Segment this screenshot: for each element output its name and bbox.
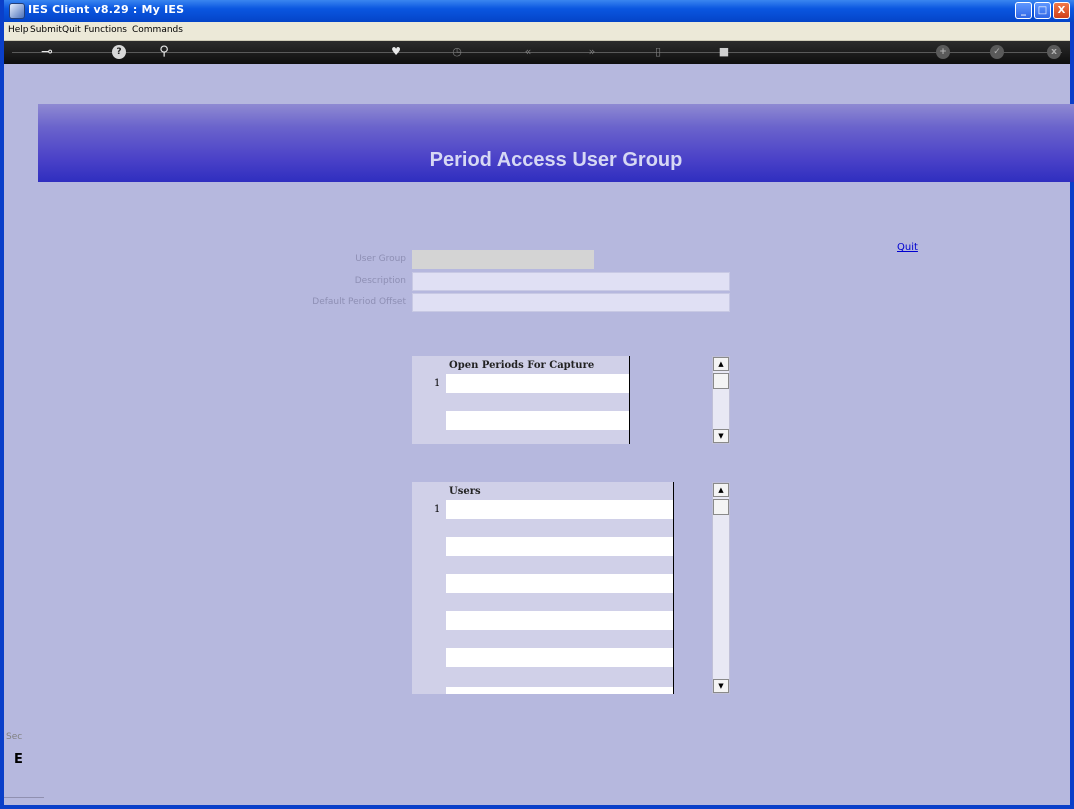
- menu-bar: Help Submit Quit Functions Commands: [4, 22, 1070, 41]
- title-bar[interactable]: IES Client v8.29 : My IES _ □ X: [4, 0, 1074, 22]
- scroll-down-icon[interactable]: ▼: [713, 679, 729, 693]
- toolbar: ⊸ ? ⚲ ♥ ◷ « » ▯ ■ + ✓ x: [4, 41, 1070, 64]
- content-area: Period Access User Group Quit User Group…: [4, 64, 1074, 805]
- minimize-button[interactable]: _: [1015, 2, 1032, 19]
- periods-grid: Open Periods For Capture 1: [412, 356, 632, 444]
- users-grid-border: [673, 482, 674, 694]
- heart-icon[interactable]: ♥: [388, 44, 404, 60]
- window-title: IES Client v8.29 : My IES: [28, 3, 185, 16]
- default-period-offset-label: Default Period Offset: [312, 297, 406, 307]
- scroll-thumb[interactable]: [713, 373, 729, 389]
- periods-row[interactable]: [446, 374, 630, 393]
- periods-row[interactable]: [446, 411, 630, 430]
- periods-grid-gutter: [412, 356, 446, 444]
- users-row[interactable]: [446, 500, 674, 519]
- user-group-field[interactable]: [412, 250, 594, 269]
- status-divider: [4, 797, 44, 798]
- scroll-up-icon[interactable]: ▲: [713, 483, 729, 497]
- search-icon[interactable]: ⚲: [156, 44, 172, 60]
- key-icon[interactable]: ⊸: [32, 44, 62, 60]
- users-row-number: 1: [434, 504, 441, 515]
- users-grid-gutter: [412, 482, 446, 694]
- forward-icon[interactable]: »: [584, 44, 600, 60]
- page-banner: Period Access User Group: [38, 104, 1074, 182]
- user-group-label: User Group: [355, 254, 406, 264]
- quit-link[interactable]: Quit: [897, 242, 918, 253]
- scroll-thumb[interactable]: [713, 499, 729, 515]
- cancel-icon[interactable]: x: [1047, 45, 1061, 59]
- periods-grid-border: [629, 356, 630, 444]
- menu-submit[interactable]: Submit: [30, 25, 62, 35]
- rewind-icon[interactable]: «: [520, 44, 536, 60]
- users-row[interactable]: [446, 687, 674, 694]
- users-row[interactable]: [446, 611, 674, 630]
- periods-row-number: 1: [434, 378, 441, 389]
- page-title: Period Access User Group: [429, 149, 683, 171]
- users-row-gap: [446, 519, 674, 537]
- default-period-offset-field[interactable]: [412, 293, 730, 312]
- scroll-down-icon[interactable]: ▼: [713, 429, 729, 443]
- users-row[interactable]: [446, 537, 674, 556]
- document-icon[interactable]: ▯: [650, 44, 666, 60]
- users-grid: Users 1: [412, 482, 676, 694]
- users-scrollbar[interactable]: ▲ ▼: [712, 482, 730, 694]
- add-icon[interactable]: +: [936, 45, 950, 59]
- scroll-up-icon[interactable]: ▲: [713, 357, 729, 371]
- clock-icon[interactable]: ◷: [449, 44, 465, 60]
- menu-commands[interactable]: Commands: [132, 25, 183, 35]
- periods-grid-header: Open Periods For Capture: [449, 360, 595, 371]
- close-button[interactable]: X: [1053, 2, 1070, 19]
- app-icon: [9, 3, 25, 19]
- users-grid-header: Users: [449, 486, 481, 497]
- users-row-gap: [446, 667, 674, 687]
- users-row-gap: [446, 630, 674, 648]
- app-window: IES Client v8.29 : My IES _ □ X Help Sub…: [0, 0, 1074, 809]
- status-text: Sec: [6, 732, 23, 742]
- maximize-button[interactable]: □: [1034, 2, 1051, 19]
- description-field[interactable]: [412, 272, 730, 291]
- help-icon[interactable]: ?: [112, 45, 126, 59]
- users-row-gap: [446, 556, 674, 574]
- menu-functions[interactable]: Functions: [84, 25, 127, 35]
- status-indicator: E: [14, 752, 23, 767]
- menu-quit[interactable]: Quit: [62, 25, 81, 35]
- menu-help[interactable]: Help: [8, 25, 29, 35]
- periods-row-gap: [446, 430, 630, 444]
- periods-scrollbar[interactable]: ▲ ▼: [712, 356, 730, 444]
- stop-icon[interactable]: ■: [717, 44, 731, 60]
- periods-row-gap: [446, 393, 630, 411]
- users-row[interactable]: [446, 648, 674, 667]
- description-label: Description: [354, 276, 406, 286]
- accept-icon[interactable]: ✓: [990, 45, 1004, 59]
- users-row[interactable]: [446, 574, 674, 593]
- users-row-gap: [446, 593, 674, 611]
